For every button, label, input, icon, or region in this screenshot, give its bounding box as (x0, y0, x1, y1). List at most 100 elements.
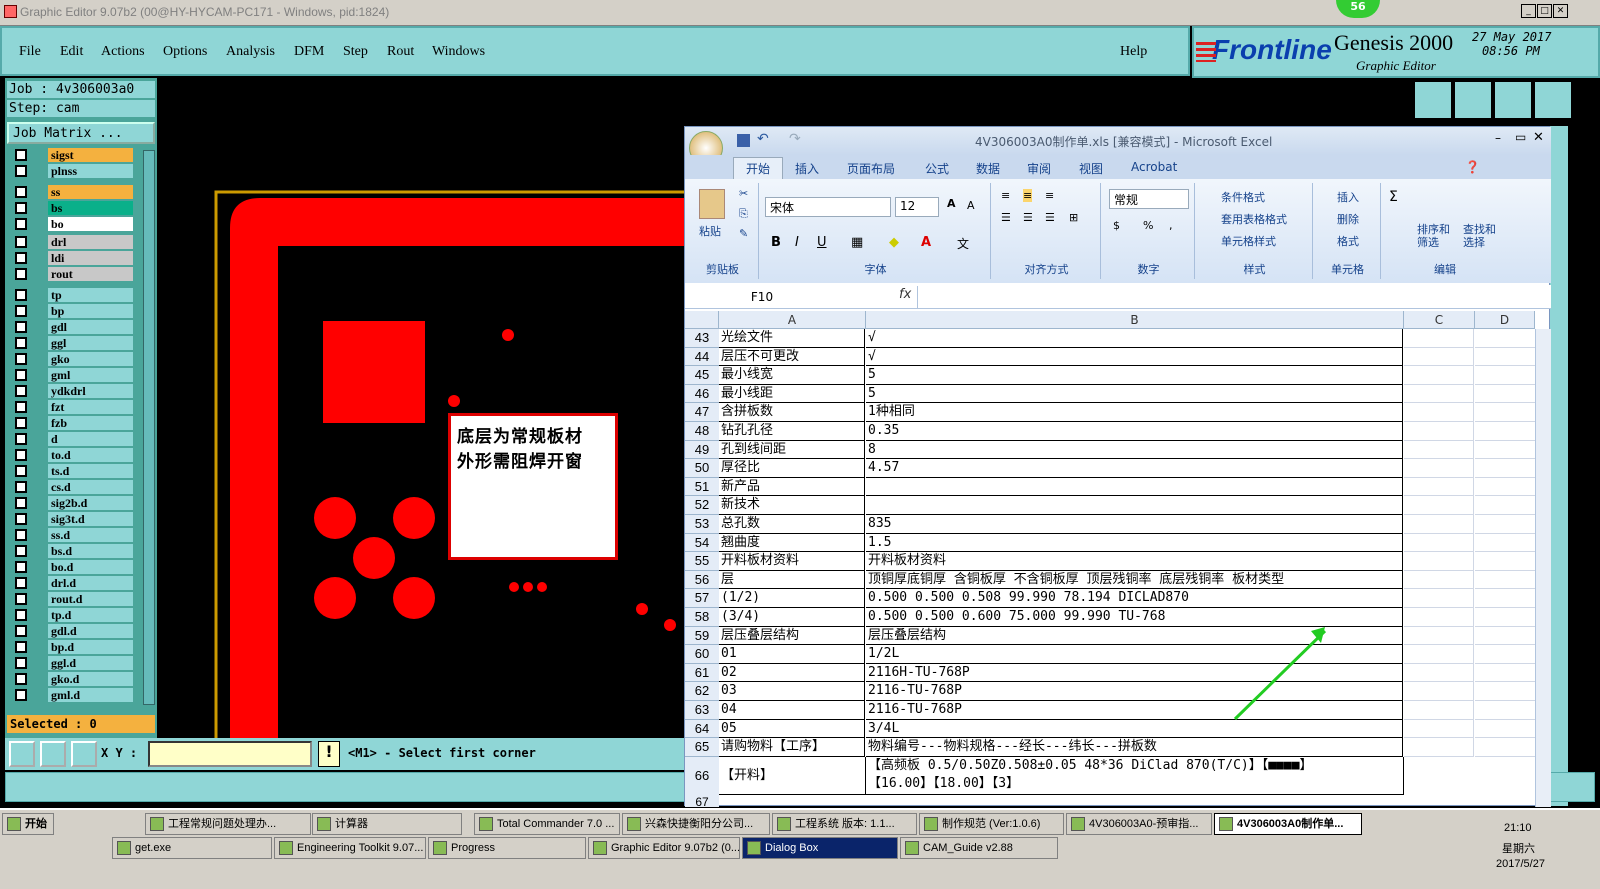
cell-d[interactable] (1475, 441, 1535, 460)
cell-b[interactable]: 1.5 (866, 533, 1403, 553)
cell-b[interactable]: 5 (866, 366, 1403, 385)
layer-row[interactable]: ydkdrl (13, 384, 153, 398)
layer-row[interactable]: ss.d (13, 528, 153, 542)
taskbar-button[interactable]: 制作规范 (Ver:1.0.6) (919, 813, 1064, 835)
cell-a[interactable]: 钻孔孔径 (719, 422, 865, 441)
grow-font-icon[interactable]: A (947, 197, 956, 210)
layer-checkbox[interactable] (15, 481, 27, 493)
layer-name[interactable]: ggl.d (48, 656, 133, 670)
layer-checkbox[interactable] (15, 513, 27, 525)
size-select[interactable]: 12 (895, 197, 939, 217)
layer-row[interactable]: gdl.d (13, 624, 153, 638)
layer-name[interactable]: bs.d (48, 544, 133, 558)
layer-checkbox[interactable] (15, 561, 27, 573)
layer-name[interactable]: gdl.d (48, 624, 133, 638)
layer-row[interactable]: bs.d (13, 544, 153, 558)
graphic-canvas[interactable]: 底层为常规板材 外形需阻焊开窗 (160, 78, 685, 738)
cell-a[interactable]: 03 (719, 682, 865, 701)
layer-row[interactable]: gml.d (13, 688, 153, 702)
layer-checkbox[interactable] (15, 577, 27, 589)
cell-d[interactable] (1475, 682, 1535, 701)
row-number[interactable]: 65 (685, 738, 719, 757)
row-number[interactable]: 63 (685, 701, 719, 720)
cell-b[interactable]: 顶铜厚底铜厚 含铜板厚 不含铜板厚 顶层残铜率 底层残铜率 板材类型 (866, 570, 1403, 590)
xy-input[interactable] (148, 741, 312, 767)
phonetic-icon[interactable]: 文 (957, 235, 969, 252)
layer-checkbox[interactable] (15, 289, 27, 301)
layer-name[interactable]: tp.d (48, 608, 133, 622)
cell-d[interactable] (1475, 496, 1535, 515)
row-number[interactable]: 48 (685, 422, 719, 441)
layer-checkbox[interactable] (15, 321, 27, 333)
row-number[interactable]: 53 (685, 515, 719, 534)
layer-checkbox[interactable] (15, 236, 27, 248)
taskbar-button[interactable]: get.exe (112, 837, 272, 859)
cell-c[interactable] (1404, 422, 1474, 441)
bold-icon[interactable]: B (771, 235, 781, 250)
layer-name[interactable]: fzb (48, 416, 133, 430)
currency-icon[interactable]: $ (1113, 219, 1120, 232)
tab-review[interactable]: 审阅 (1027, 160, 1051, 177)
layer-row[interactable]: ts.d (13, 464, 153, 478)
col-header-c[interactable]: C (1404, 311, 1475, 329)
table-format-button[interactable]: 套用表格格式 (1221, 211, 1287, 227)
italic-icon[interactable]: I (795, 235, 799, 250)
menu-file[interactable]: File (19, 44, 41, 60)
number-format-select[interactable]: 常规 (1109, 189, 1189, 209)
layer-checkbox[interactable] (15, 417, 27, 429)
row-number[interactable]: 44 (685, 347, 719, 367)
cell-c[interactable] (1404, 645, 1474, 664)
layer-name[interactable]: d (48, 432, 133, 446)
layer-name[interactable]: rout (48, 267, 133, 281)
border-icon[interactable]: ▦ (851, 235, 863, 250)
layer-row[interactable]: rout (13, 267, 153, 281)
layer-row[interactable]: sig2b.d (13, 496, 153, 510)
layer-name[interactable]: ggl (48, 336, 133, 350)
layer-name[interactable]: cs.d (48, 480, 133, 494)
cell-a[interactable]: 层压叠层结构 (719, 626, 865, 646)
layer-row[interactable]: bp (13, 304, 153, 318)
layer-row[interactable]: bp.d (13, 640, 153, 654)
side-tool-strip[interactable] (1550, 126, 1568, 806)
cell-c[interactable] (1404, 403, 1474, 422)
zoom-icon[interactable] (9, 741, 35, 767)
cell-c[interactable] (1404, 459, 1474, 478)
cell-d[interactable] (1475, 403, 1535, 422)
taskbar-button[interactable]: Graphic Editor 9.07b2 (0... (588, 837, 740, 859)
layer-checkbox[interactable] (15, 593, 27, 605)
layer-checkbox[interactable] (15, 305, 27, 317)
start-button[interactable]: 开始 (2, 813, 54, 835)
menu-edit[interactable]: Edit (60, 44, 83, 60)
layer-checkbox[interactable] (15, 641, 27, 653)
job-matrix-button[interactable]: Job Matrix ... (7, 122, 155, 144)
redo-icon[interactable]: ↷ (789, 131, 801, 147)
layer-checkbox[interactable] (15, 186, 27, 198)
sum-icon[interactable]: Σ (1389, 189, 1398, 205)
cell-d[interactable] (1475, 515, 1535, 534)
sort-filter-button[interactable]: 排序和 筛选 (1417, 223, 1450, 249)
measure-icon[interactable] (40, 741, 66, 767)
layer-checkbox[interactable] (15, 401, 27, 413)
cell-b[interactable] (866, 477, 1403, 497)
align-center-icon[interactable]: ☰ (1023, 211, 1033, 224)
font-color-icon[interactable]: A (921, 235, 931, 250)
col-header-d[interactable]: D (1475, 311, 1535, 329)
layer-name[interactable]: gko.d (48, 672, 133, 686)
cell-c[interactable] (1404, 515, 1474, 534)
cell-b[interactable]: 5 (866, 384, 1403, 404)
cell-b[interactable]: 0.500 0.500 0.508 99.990 78.194 DICLAD87… (866, 589, 1403, 608)
cell-a[interactable]: 总孔数 (719, 515, 865, 534)
sheet-grid[interactable]: 65 请购物料【工序】 物料编号---物料规格---经长---纬长---拼板数 64 0… (685, 329, 1551, 807)
row-number[interactable]: 57 (685, 589, 719, 608)
layer-checkbox[interactable] (15, 268, 27, 280)
taskbar-button[interactable]: 工程常规问题处理办... (145, 813, 311, 835)
excel-restore[interactable]: ▭ (1515, 130, 1526, 144)
cell-d[interactable] (1475, 552, 1535, 571)
cell-d[interactable] (1475, 720, 1535, 739)
layer-row[interactable]: cs.d (13, 480, 153, 494)
align-top-icon[interactable]: ≡ (1001, 189, 1010, 202)
delete-cells-button[interactable]: 删除 (1337, 211, 1359, 227)
layer-name[interactable]: gml.d (48, 688, 133, 702)
tab-home[interactable]: 开始 (733, 157, 784, 180)
cut-icon[interactable]: ✂ (739, 187, 748, 200)
